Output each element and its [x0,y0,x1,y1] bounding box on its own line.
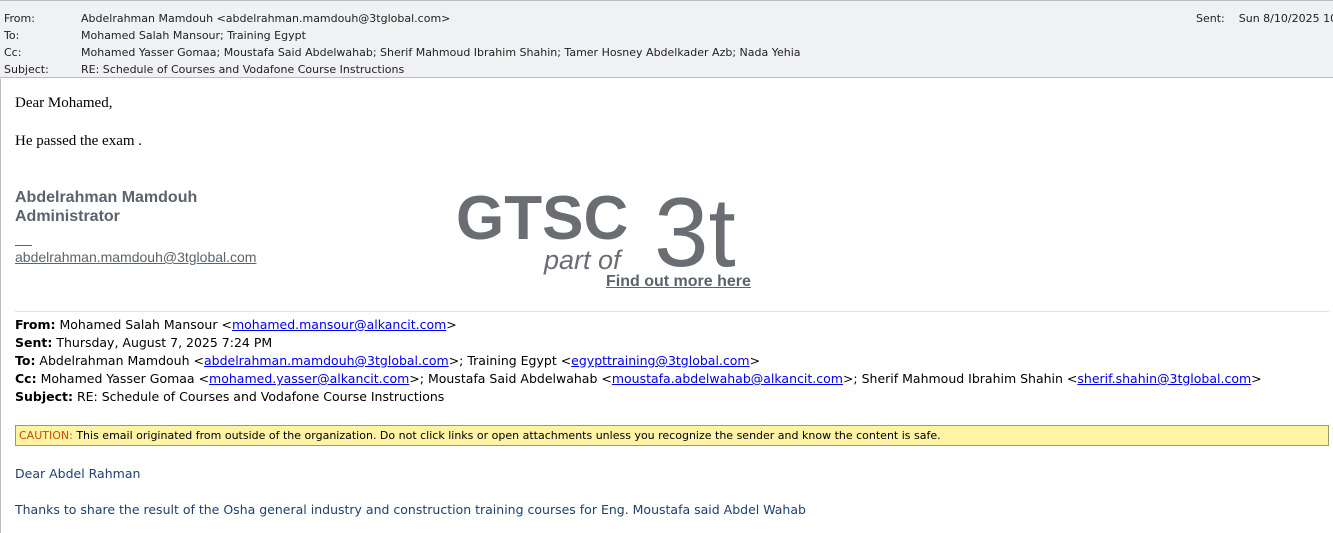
caution-banner: CAUTION: This email originated from outs… [15,425,1329,446]
caution-label: CAUTION: [19,429,73,442]
gtsc-3t-logo[interactable]: GTSC part of 3t [456,184,766,276]
signature-divider [15,245,32,246]
logo-brand-text: 3t [654,184,736,276]
header-to-label: To: [4,29,20,42]
logo-sub-text: part of [543,245,623,275]
forward-cc-name-3: >; Sherif Mahmoud Ibrahim Shahin < [842,371,1078,386]
message-header: From: Abdelrahman Mamdouh <abdelrahman.m… [0,0,1333,78]
forward-to-row: To: Abdelrahman Mamdouh <abdelrahman.mam… [15,352,760,370]
header-cc-label: Cc: [4,46,22,59]
forward-sent-row: Sent: Thursday, August 7, 2025 7:24 PM [15,334,272,352]
header-from-value[interactable]: Abdelrahman Mamdouh <abdelrahman.mamdouh… [81,10,450,27]
header-cc-value[interactable]: Mohamed Yasser Gomaa; Moustafa Said Abde… [81,44,801,61]
forward-subject-label: Subject: [15,389,73,404]
header-to-value[interactable]: Mohamed Salah Mansour; Training Egypt [81,27,306,44]
forward-to-end: > [749,353,761,368]
forward-to-email-link-2[interactable]: egypttraining@3tglobal.com [571,353,749,368]
forward-from-end: > [446,317,457,332]
header-subject-label: Subject: [4,63,49,76]
signature-name: Abdelrahman Mamdouh [15,189,198,206]
logo-main-text: GTSC [456,184,628,253]
forward-from-name: Mohamed Salah Mansour < [55,317,232,332]
header-sent: Sent: Sun 8/10/2025 10:39 [1196,10,1333,27]
forward-cc-email-link-3[interactable]: sherif.shahin@3tglobal.com [1077,371,1251,386]
forward-to-email-link-1[interactable]: abdelrahman.mamdouh@3tglobal.com [204,353,449,368]
forward-to-name-1: Abdelrahman Mamdouh < [35,353,204,368]
body-message: He passed the exam . [15,133,143,149]
forward-cc-email-link-2[interactable]: moustafa.abdelwahab@alkancit.com [612,371,843,386]
quoted-message: Thanks to share the result of the Osha g… [15,502,806,517]
find-out-more-link[interactable]: Find out more here [606,273,751,291]
forward-cc-end: > [1251,371,1262,386]
forward-cc-name-1: Mohamed Yasser Gomaa < [36,371,210,386]
signature-email-link[interactable]: abdelrahman.mamdouh@3tglobal.com [15,249,256,265]
forward-subject-row: Subject: RE: Schedule of Courses and Vod… [15,388,444,406]
caution-text: This email originated from outside of th… [72,429,941,442]
forward-to-label: To: [15,353,36,368]
forward-cc-row: Cc: Mohamed Yasser Gomaa <mohamed.yasser… [15,370,1262,388]
header-from-label: From: [4,12,35,25]
forward-sent-label: Sent: [15,335,53,350]
body-greeting: Dear Mohamed, [15,95,113,111]
forward-divider [15,311,1329,312]
forward-cc-email-link-1[interactable]: mohamed.yasser@alkancit.com [209,371,409,386]
message-body [0,79,1333,533]
forward-from-row: From: Mohamed Salah Mansour <mohamed.man… [15,316,457,334]
forward-cc-label: Cc: [15,371,37,386]
forward-to-name-2: >; Training Egypt < [448,353,572,368]
signature-title: Administrator [15,208,120,225]
forward-sent-value: Thursday, August 7, 2025 7:24 PM [52,335,273,350]
header-sent-value: Sun 8/10/2025 10:39 [1238,12,1333,25]
header-subject-value: RE: Schedule of Courses and Vodafone Cou… [81,63,405,76]
forward-cc-name-2: >; Moustafa Said Abdelwahab < [409,371,612,386]
forward-from-email-link[interactable]: mohamed.mansour@alkancit.com [232,317,446,332]
quoted-greeting: Dear Abdel Rahman [15,466,141,481]
forward-from-label: From: [15,317,56,332]
forward-subject-value: RE: Schedule of Courses and Vodafone Cou… [73,389,445,404]
header-sent-label: Sent: [1196,12,1225,25]
